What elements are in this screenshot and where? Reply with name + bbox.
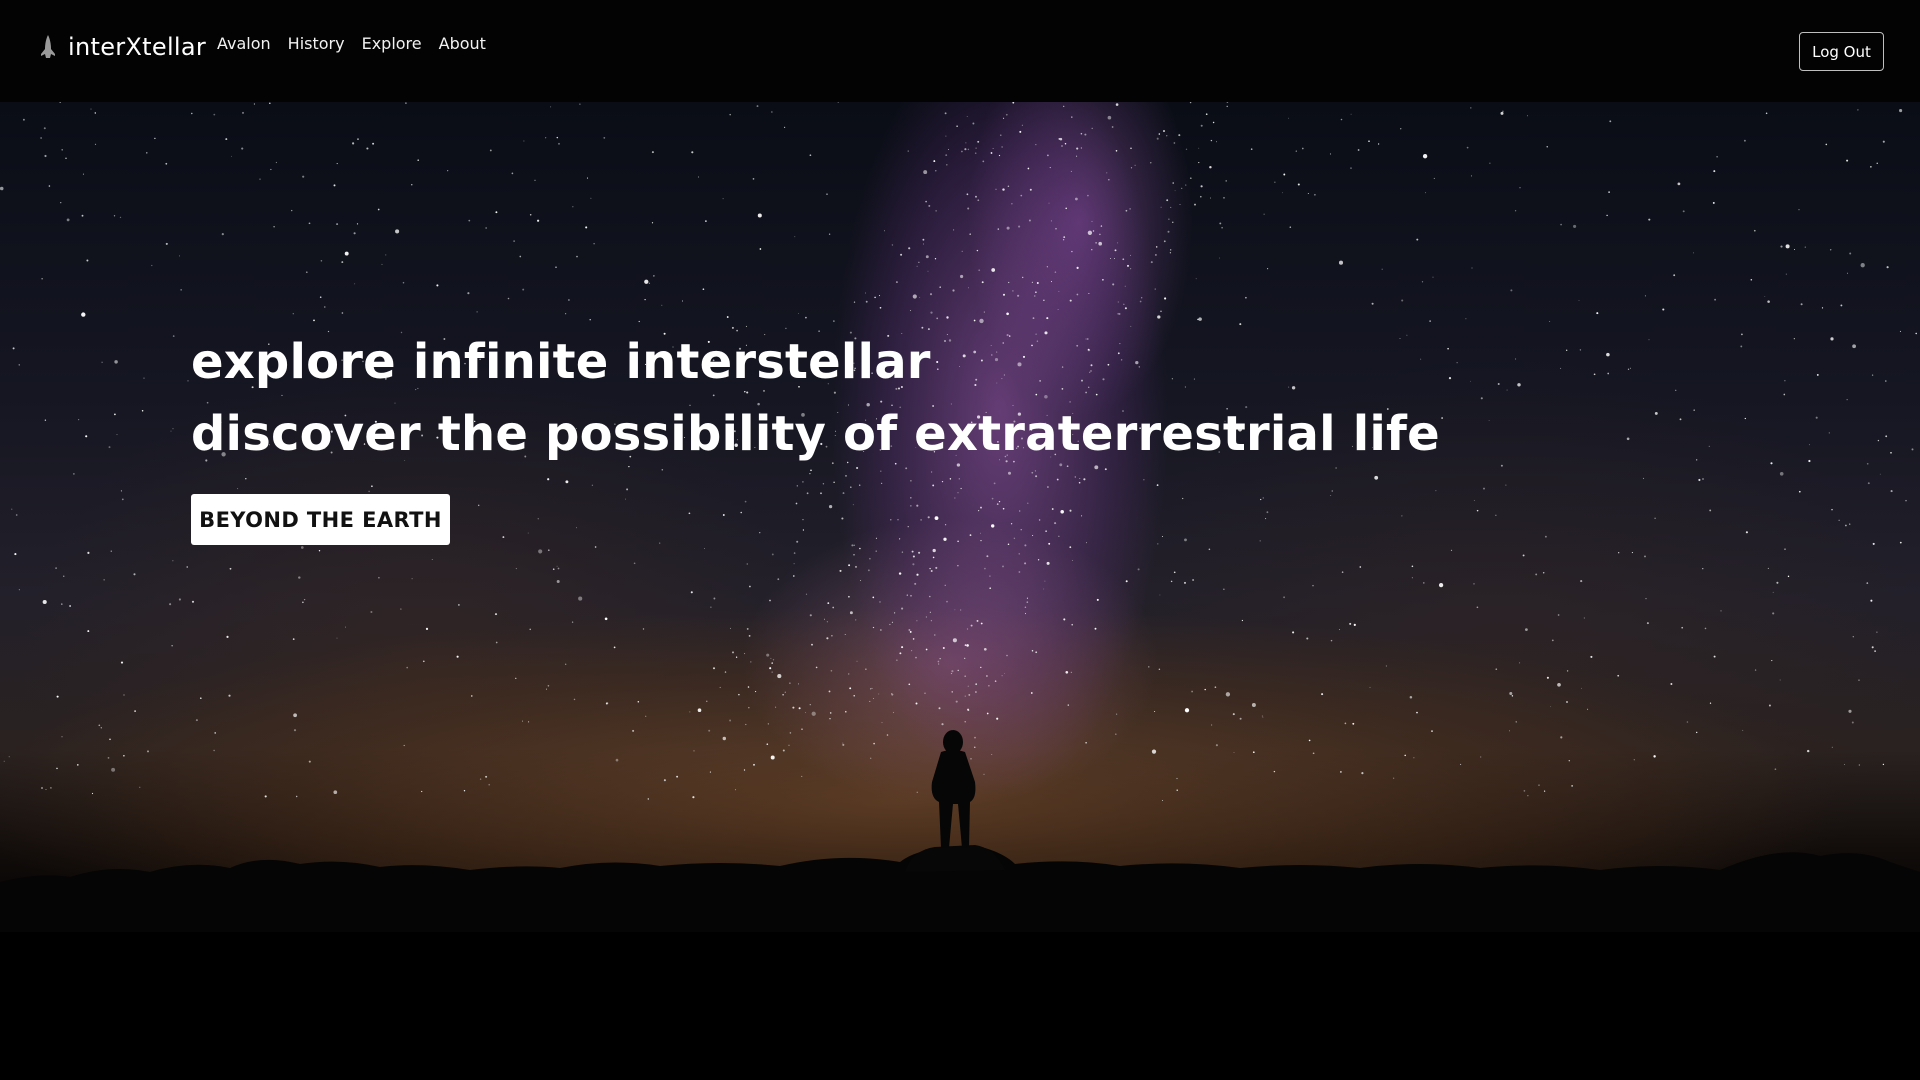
nav-item-avalon: Avalon	[217, 34, 271, 53]
nav-item-explore: Explore	[362, 34, 422, 53]
hero-headline-2: discover the possibility of extraterrest…	[191, 406, 1440, 462]
logout-button[interactable]: Log Out	[1799, 32, 1884, 71]
nav-link-explore[interactable]: Explore	[362, 34, 422, 53]
page-bottom	[0, 932, 1920, 1080]
nav-links: Avalon History Explore About	[217, 34, 486, 53]
brand-name: interXtellar	[68, 33, 207, 61]
nav-link-avalon[interactable]: Avalon	[217, 34, 271, 53]
person-silhouette	[931, 730, 976, 848]
nav-link-about[interactable]: About	[439, 34, 486, 53]
navbar: interXtellar Avalon History Explore Abou…	[0, 0, 1920, 102]
brand-link[interactable]: interXtellar	[38, 30, 206, 64]
nav-link-history[interactable]: History	[288, 34, 345, 53]
hero-section: explore infinite interstellar discover t…	[0, 102, 1920, 932]
hero-headline-1: explore infinite interstellar	[191, 334, 931, 390]
rocket-icon	[41, 35, 55, 58]
nav-item-history: History	[288, 34, 345, 53]
nav-item-about: About	[439, 34, 486, 53]
beyond-the-earth-button[interactable]: BEYOND THE EARTH	[191, 494, 450, 545]
